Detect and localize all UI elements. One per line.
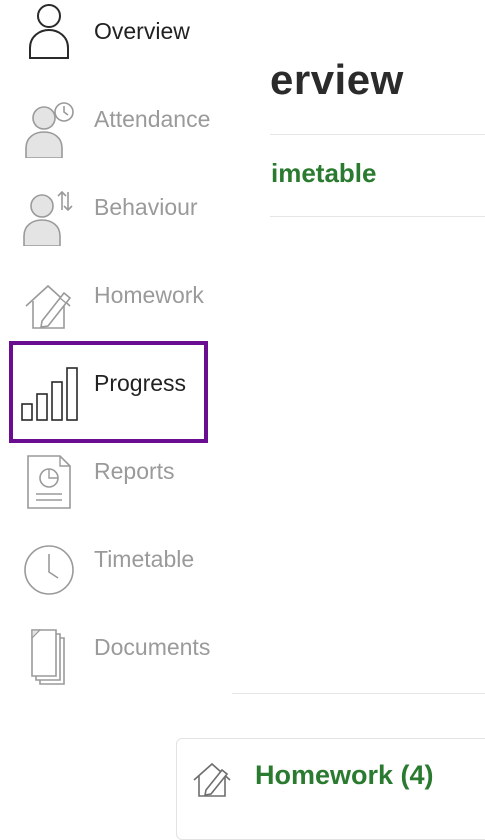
sidebar-item-reports[interactable]: Reports [0, 440, 232, 528]
sidebar-item-label: Reports [94, 458, 175, 484]
report-chart-icon [20, 452, 78, 510]
clock-icon [20, 540, 78, 598]
documents-icon [20, 628, 78, 686]
person-arrows-icon [20, 188, 78, 246]
page-title: erview [270, 56, 404, 103]
selection-highlight [9, 341, 208, 443]
sidebar-item-label: Documents [94, 634, 211, 660]
sidebar-item-label: Homework [94, 282, 204, 308]
sidebar-item-timetable[interactable]: Timetable [0, 528, 232, 616]
sidebar-item-label: Overview [94, 18, 190, 44]
divider [270, 134, 485, 135]
sidebar-item-homework[interactable]: Homework [0, 264, 232, 352]
sidebar-item-label: Behaviour [94, 194, 198, 220]
house-pencil-icon [190, 758, 234, 802]
sidebar-item-behaviour[interactable]: Behaviour [0, 176, 232, 264]
sidebar-item-documents[interactable]: Documents [0, 616, 232, 704]
homework-card-title: Homework (4) [255, 760, 434, 790]
sidebar-item-label: Attendance [94, 106, 211, 132]
sidebar-nav: Overview Attendance Behaviour Homework P… [0, 0, 232, 700]
timetable-link[interactable]: imetable [271, 158, 377, 189]
person-icon [20, 2, 78, 60]
sidebar-item-label: Timetable [94, 546, 195, 572]
person-clock-icon [20, 100, 78, 158]
house-pencil-icon [20, 276, 78, 334]
divider [270, 216, 485, 217]
sidebar-item-attendance[interactable]: Attendance [0, 88, 232, 176]
sidebar-item-overview[interactable]: Overview [0, 0, 232, 88]
